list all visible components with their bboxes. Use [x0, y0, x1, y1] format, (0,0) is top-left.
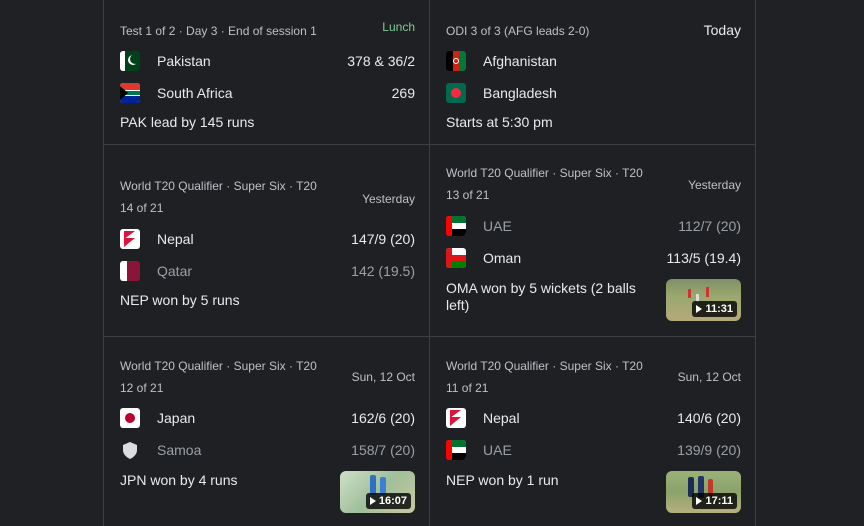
nepal-flag-icon: [446, 408, 466, 428]
team-name: Oman: [483, 250, 522, 266]
match-status: Today: [703, 22, 741, 38]
japan-flag-icon: [120, 408, 140, 428]
team-name: South Africa: [157, 85, 233, 101]
nepal-flag-icon: [120, 229, 140, 249]
match-status: Sun, 12 Oct: [351, 370, 415, 384]
match-status: Yesterday: [688, 178, 741, 192]
team-name: Nepal: [483, 410, 520, 426]
match-card-uae-oma[interactable]: World T20 Qualifier · Super Six · T20 13…: [430, 145, 755, 337]
match-meta: Test 1 of 2 · Day 3 · End of session 1: [120, 24, 317, 38]
qatar-flag-icon: [120, 261, 140, 281]
match-number: 12 of 21: [120, 381, 164, 395]
match-status: Yesterday: [362, 192, 415, 206]
match-status: Lunch: [382, 20, 415, 34]
team-row: Bangladesh: [446, 81, 741, 105]
video-thumbnail[interactable]: 11:31: [666, 279, 741, 321]
team-score: 112/7 (20): [678, 218, 741, 234]
team-name: Qatar: [157, 263, 193, 279]
team-row: Oman 113/5 (19.4): [446, 246, 741, 270]
video-duration: 11:31: [692, 301, 737, 317]
team-row: Nepal 147/9 (20): [120, 227, 415, 251]
team-name: Samoa: [157, 442, 202, 458]
team-name: UAE: [483, 442, 512, 458]
team-row: Japan 162/6 (20): [120, 406, 415, 430]
match-meta: World T20 Qualifier · Super Six · T20: [120, 359, 317, 373]
match-card-afg-ban[interactable]: ODI 3 of 3 (AFG leads 2-0) Today Afghani…: [430, 0, 755, 145]
match-card-pak-sa[interactable]: Test 1 of 2 · Day 3 · End of session 1 L…: [104, 0, 430, 145]
play-icon: [696, 305, 703, 313]
video-thumbnail[interactable]: 16:07: [340, 471, 415, 513]
team-name: Nepal: [157, 231, 194, 247]
team-score: 269: [391, 85, 415, 101]
play-icon: [696, 497, 703, 505]
team-row: Nepal 140/6 (20): [446, 406, 741, 430]
video-duration: 17:11: [692, 493, 737, 509]
match-status: Sun, 12 Oct: [677, 370, 741, 384]
team-name: Afghanistan: [483, 53, 557, 69]
team-score: 158/7 (20): [351, 442, 415, 458]
match-result: JPN won by 4 runs: [120, 472, 238, 488]
uae-flag-icon: [446, 216, 466, 236]
pakistan-flag-icon: [120, 51, 140, 71]
team-score: 140/6 (20): [677, 410, 741, 426]
bangladesh-flag-icon: [446, 83, 466, 103]
team-score: 162/6 (20): [351, 410, 415, 426]
team-row: UAE 112/7 (20): [446, 214, 741, 238]
team-row: Pakistan 378 & 36/2: [120, 49, 415, 73]
samoa-shield-icon: [120, 440, 140, 460]
team-row: Samoa 158/7 (20): [120, 438, 415, 462]
team-name: Japan: [157, 410, 196, 426]
match-meta: World T20 Qualifier · Super Six · T20: [446, 359, 643, 373]
match-meta: World T20 Qualifier · Super Six · T20: [120, 179, 317, 193]
matches-grid: Test 1 of 2 · Day 3 · End of session 1 L…: [103, 0, 756, 526]
team-score: 147/9 (20): [351, 231, 415, 247]
team-row: South Africa 269: [120, 81, 415, 105]
afghanistan-flag-icon: [446, 51, 466, 71]
south-africa-flag-icon: [120, 83, 140, 103]
team-score: 113/5 (19.4): [666, 250, 741, 266]
match-card-nep-qat[interactable]: World T20 Qualifier · Super Six · T20 14…: [104, 145, 430, 337]
team-row: Qatar 142 (19.5): [120, 259, 415, 283]
match-result: Starts at 5:30 pm: [446, 114, 553, 130]
team-row: UAE 139/9 (20): [446, 438, 741, 462]
team-name: Pakistan: [157, 53, 211, 69]
match-result: OMA won by 5 wickets (2 balls left): [446, 280, 636, 313]
team-row: Afghanistan: [446, 49, 741, 73]
uae-flag-icon: [446, 440, 466, 460]
team-score: 139/9 (20): [677, 442, 741, 458]
video-thumbnail[interactable]: 17:11: [666, 471, 741, 513]
match-result: PAK lead by 145 runs: [120, 114, 255, 130]
match-card-nep-uae[interactable]: World T20 Qualifier · Super Six · T20 11…: [430, 337, 755, 526]
match-number: 13 of 21: [446, 188, 490, 202]
oman-flag-icon: [446, 248, 466, 268]
team-score: 378 & 36/2: [347, 53, 415, 69]
play-icon: [369, 497, 376, 505]
team-score: 142 (19.5): [351, 263, 415, 279]
match-result: NEP won by 1 run: [446, 472, 559, 488]
match-result: NEP won by 5 runs: [120, 292, 240, 308]
team-name: UAE: [483, 218, 512, 234]
match-number: 11 of 21: [446, 381, 489, 395]
video-duration: 16:07: [365, 493, 411, 509]
match-number: 14 of 21: [120, 201, 164, 215]
match-meta: World T20 Qualifier · Super Six · T20: [446, 166, 643, 180]
match-meta: ODI 3 of 3 (AFG leads 2-0): [446, 24, 590, 38]
team-name: Bangladesh: [483, 85, 557, 101]
match-card-jpn-sam[interactable]: World T20 Qualifier · Super Six · T20 12…: [104, 337, 430, 526]
